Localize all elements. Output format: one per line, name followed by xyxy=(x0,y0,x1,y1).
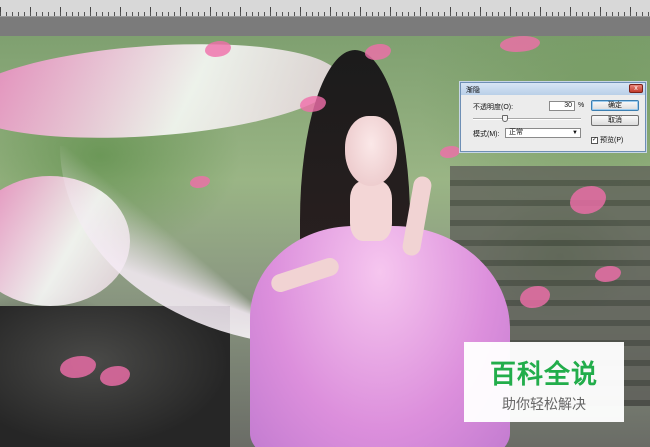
photo-face xyxy=(345,116,397,186)
opacity-unit: % xyxy=(578,102,585,109)
photo-silk-top xyxy=(0,36,343,150)
mode-select[interactable]: 正常 ▼ xyxy=(505,128,581,138)
petal xyxy=(440,146,460,158)
cancel-button[interactable]: 取消 xyxy=(591,115,639,126)
ruler-ticks xyxy=(0,6,650,16)
opacity-slider[interactable] xyxy=(473,115,581,122)
photo-neck xyxy=(350,181,392,241)
preview-checkbox-row[interactable]: ✓ 预览(P) xyxy=(591,135,623,145)
watermark-title: 百科全说 xyxy=(489,359,598,389)
canvas-backdrop xyxy=(0,17,650,36)
petal xyxy=(500,36,540,52)
horizontal-ruler xyxy=(0,0,650,17)
fade-dialog: 渐隐 x 不透明度(O): 30 % 模式(M): 正常 ▼ 确定 取消 ✓ 预览… xyxy=(460,82,646,152)
dialog-title: 渐隐 xyxy=(466,87,480,94)
mode-label: 模式(M): xyxy=(473,131,500,138)
close-icon[interactable]: x xyxy=(629,84,643,93)
petal xyxy=(365,44,391,60)
preview-checkbox[interactable]: ✓ xyxy=(591,136,598,144)
mode-select-value: 正常 xyxy=(509,129,523,136)
opacity-label: 不透明度(O): xyxy=(473,104,514,111)
dialog-titlebar[interactable]: 渐隐 x xyxy=(461,83,645,95)
preview-label: 预览(P) xyxy=(600,137,624,144)
chevron-down-icon: ▼ xyxy=(572,130,578,136)
opacity-slider-thumb[interactable] xyxy=(502,115,509,122)
watermark-box: 百科全说 助你轻松解决 xyxy=(464,342,624,422)
watermark-subtitle: 助你轻松解决 xyxy=(502,396,586,412)
ok-button[interactable]: 确定 xyxy=(591,100,639,111)
opacity-input[interactable]: 30 xyxy=(549,101,575,111)
